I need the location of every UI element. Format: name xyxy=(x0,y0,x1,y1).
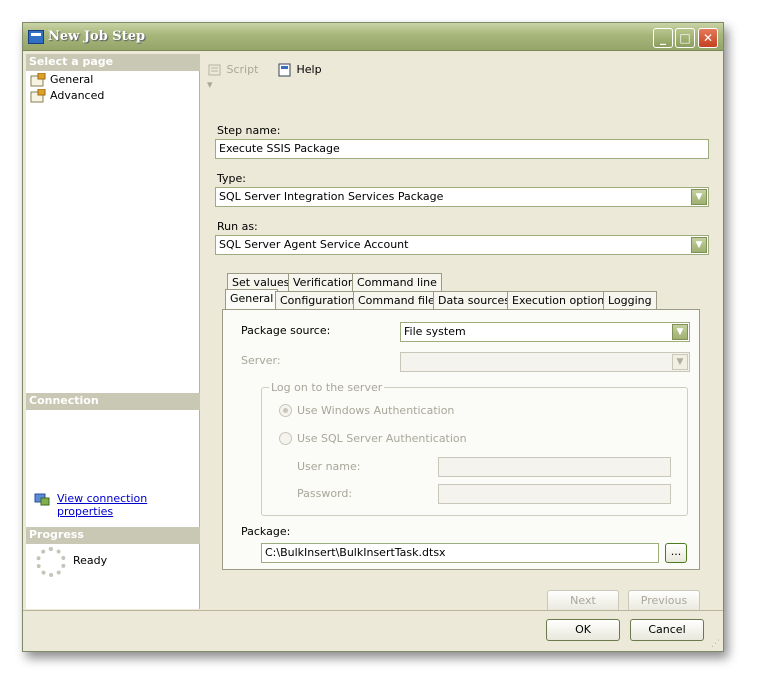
main-pane: Script ▾ Help Step name: Execute SSIS Pa… xyxy=(201,54,722,612)
chevron-down-icon[interactable]: ▼ xyxy=(691,237,707,253)
tab-general[interactable]: General xyxy=(225,289,279,309)
tab-command-files[interactable]: Command files xyxy=(353,291,446,309)
user-name-label: User name: xyxy=(297,460,361,473)
progress-header: Progress xyxy=(26,527,200,544)
page-icon xyxy=(30,72,46,87)
close-button[interactable]: ✕ xyxy=(698,28,718,48)
package-source-value: File system xyxy=(404,325,466,338)
page-item-label: Advanced xyxy=(50,89,105,102)
progress-spinner-icon xyxy=(36,547,66,577)
windows-auth-label: Use Windows Authentication xyxy=(297,404,455,417)
tab-execution-options[interactable]: Execution options xyxy=(507,291,615,309)
title-bar[interactable]: New Job Step _ □ ✕ xyxy=(23,23,723,51)
package-source-label: Package source: xyxy=(241,324,331,337)
server-select[interactable]: ▼ xyxy=(400,352,690,372)
help-button[interactable]: Help xyxy=(277,62,337,78)
type-label: Type: xyxy=(217,172,246,185)
package-source-select[interactable]: File system ▼ xyxy=(400,322,690,342)
page-icon xyxy=(30,88,46,103)
tab-command-line[interactable]: Command line xyxy=(352,273,442,291)
tab-configurations[interactable]: Configurations xyxy=(275,291,366,309)
maximize-button[interactable]: □ xyxy=(675,28,695,48)
chevron-down-icon[interactable]: ▼ xyxy=(672,354,688,370)
chevron-down-icon[interactable]: ▼ xyxy=(691,189,707,205)
previous-button[interactable]: Previous xyxy=(628,590,700,612)
new-job-step-window: New Job Step _ □ ✕ Select a page General… xyxy=(22,22,724,652)
script-icon xyxy=(208,64,221,76)
left-pane: Select a page General Advanced Connectio… xyxy=(26,54,200,609)
sql-auth-radio[interactable] xyxy=(279,432,292,445)
server-label: Server: xyxy=(241,354,281,367)
ok-button[interactable]: OK xyxy=(546,619,620,641)
run-as-label: Run as: xyxy=(217,220,258,233)
password-input[interactable] xyxy=(438,484,671,504)
next-button[interactable]: Next xyxy=(547,590,619,612)
window-app-icon xyxy=(28,30,44,44)
step-name-input[interactable]: Execute SSIS Package xyxy=(215,139,709,159)
progress-status: Ready xyxy=(73,554,108,567)
window-title: New Job Step xyxy=(48,29,146,44)
sql-auth-label: Use SQL Server Authentication xyxy=(297,432,467,445)
page-item-general[interactable]: General xyxy=(30,72,94,88)
tab-verification[interactable]: Verification xyxy=(288,273,360,291)
page-item-advanced[interactable]: Advanced xyxy=(30,88,104,104)
password-label: Password: xyxy=(297,487,353,500)
user-name-input[interactable] xyxy=(438,457,671,477)
footer-bar: OK Cancel ⋰ xyxy=(23,610,723,651)
general-tab-panel: Package source: File system ▼ Server: ▼ … xyxy=(222,309,700,570)
run-as-select-value: SQL Server Agent Service Account xyxy=(219,238,409,251)
connection-properties-icon xyxy=(34,492,50,509)
browse-button[interactable]: ... xyxy=(665,543,687,563)
resize-grip-icon[interactable]: ⋰ xyxy=(711,639,720,649)
step-name-label: Step name: xyxy=(217,124,281,137)
view-connection-properties-link[interactable]: View connection properties xyxy=(57,492,199,518)
windows-auth-radio[interactable] xyxy=(279,404,292,417)
tab-data-sources[interactable]: Data sources xyxy=(433,291,516,309)
chevron-down-icon[interactable]: ▼ xyxy=(672,324,688,340)
page-item-label: General xyxy=(50,73,94,86)
type-select-value: SQL Server Integration Services Package xyxy=(219,190,444,203)
package-label: Package: xyxy=(241,525,291,538)
run-as-select[interactable]: SQL Server Agent Service Account ▼ xyxy=(215,235,709,255)
tab-logging[interactable]: Logging xyxy=(603,291,657,309)
select-page-header: Select a page xyxy=(26,54,200,71)
help-icon xyxy=(278,63,291,77)
package-path-input[interactable]: C:\BulkInsert\BulkInsertTask.dtsx xyxy=(261,543,659,563)
minimize-button[interactable]: _ xyxy=(653,28,673,48)
script-button[interactable]: Script ▾ xyxy=(207,62,267,91)
connection-header: Connection xyxy=(26,393,200,410)
cancel-button[interactable]: Cancel xyxy=(630,619,704,641)
logon-group-label: Log on to the server xyxy=(269,381,385,394)
type-select[interactable]: SQL Server Integration Services Package … xyxy=(215,187,709,207)
